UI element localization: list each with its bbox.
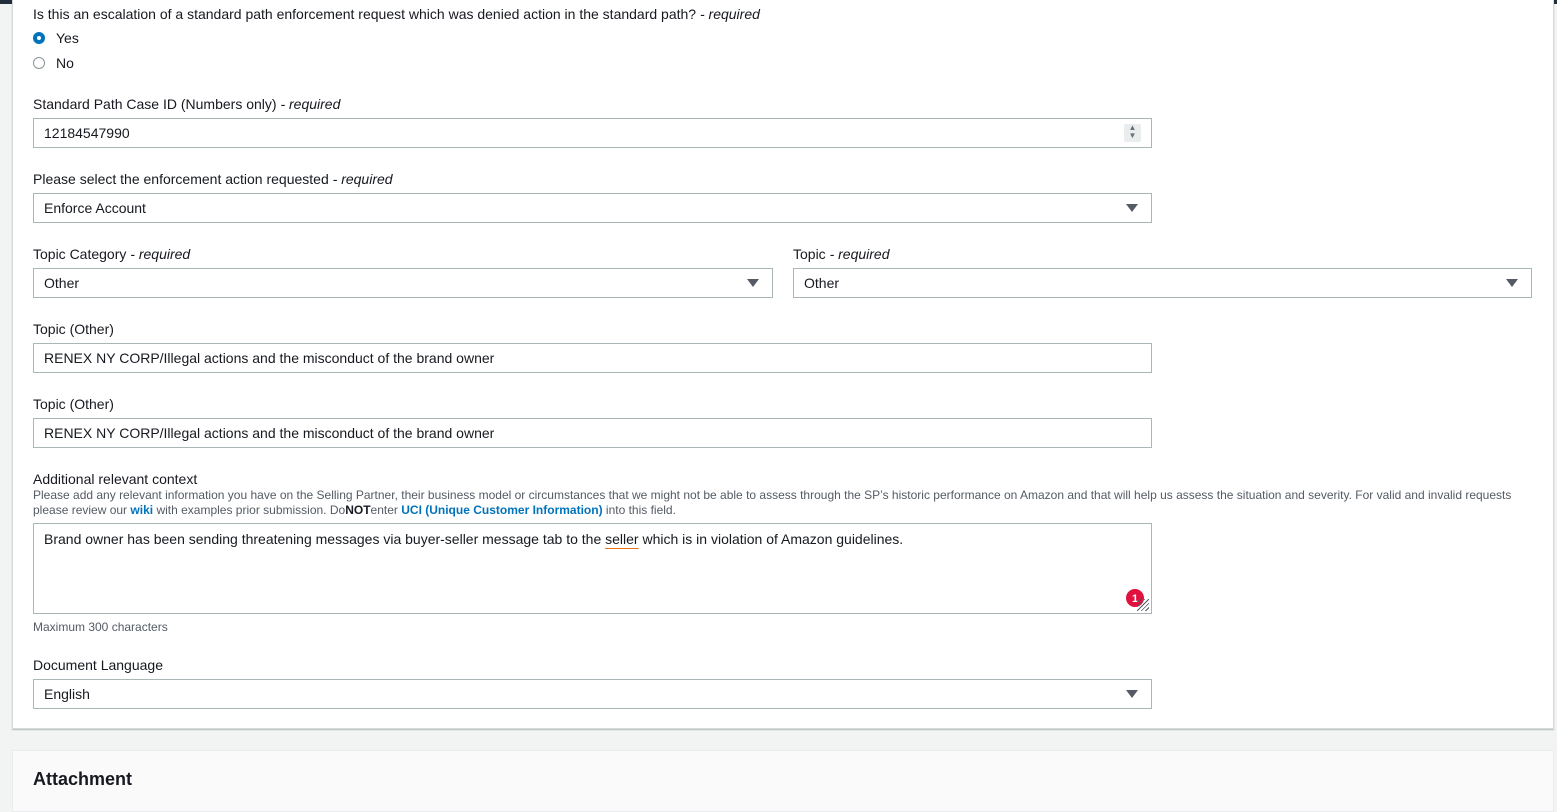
topic-other-label: Topic (Other) <box>33 321 114 337</box>
topic-category-select[interactable]: Other <box>33 268 773 298</box>
max-characters-note: Maximum 300 characters <box>33 620 168 634</box>
resize-handle-icon[interactable] <box>1137 599 1149 611</box>
hint-text: enter <box>370 503 398 517</box>
context-label: Additional relevant context <box>33 471 198 487</box>
topic-category-label-text: Topic Category <box>33 246 127 262</box>
context-textarea[interactable]: Brand owner has been sending threatening… <box>33 523 1152 614</box>
caret-down-icon <box>1126 204 1138 212</box>
caret-down-icon <box>1506 279 1518 287</box>
document-language-value: English <box>44 686 90 702</box>
caret-down-icon <box>1126 690 1138 698</box>
enforcement-action-value: Enforce Account <box>44 200 146 216</box>
required-marker: - required <box>699 6 760 22</box>
document-language-label: Document Language <box>33 657 163 673</box>
escalation-question-label: Is this an escalation of a standard path… <box>33 5 760 23</box>
context-hint: Please add any relevant information you … <box>33 488 1513 518</box>
required-marker: - required <box>829 246 890 262</box>
spellcheck-flagged-word[interactable]: seller <box>605 531 638 547</box>
radio-option-yes[interactable]: Yes <box>33 30 79 46</box>
enforcement-action-label: Please select the enforcement action req… <box>33 170 393 188</box>
radio-option-no[interactable]: No <box>33 55 74 71</box>
required-marker: - required <box>332 171 393 187</box>
case-id-value: 12184547990 <box>44 125 130 141</box>
hint-text: with examples prior submission. Do <box>156 503 346 517</box>
context-text: Brand owner has been sending threatening… <box>44 531 606 547</box>
topic-category-value: Other <box>44 275 80 291</box>
topic-label-text: Topic <box>793 246 826 262</box>
enforcement-action-label-text: Please select the enforcement action req… <box>33 171 329 187</box>
caret-down-icon <box>747 279 759 287</box>
topic-select[interactable]: Other <box>793 268 1532 298</box>
topic-other-value: RENEX NY CORP/Illegal actions and the mi… <box>44 350 495 366</box>
hint-not-emphasis: NOT <box>345 503 371 517</box>
enforcement-action-select[interactable]: Enforce Account <box>33 193 1152 223</box>
radio-yes-control[interactable] <box>33 32 45 44</box>
required-marker: - required <box>280 96 341 112</box>
topic-other-input[interactable]: RENEX NY CORP/Illegal actions and the mi… <box>33 343 1152 373</box>
topic-label: Topic - required <box>793 245 890 263</box>
attachment-panel <box>12 750 1554 812</box>
context-text: which is in violation of Amazon guidelin… <box>638 531 904 547</box>
topic-other-value-2: RENEX NY CORP/Illegal actions and the mi… <box>44 425 495 441</box>
required-marker: - required <box>130 246 191 262</box>
radio-yes-label: Yes <box>56 30 79 46</box>
document-language-select[interactable]: English <box>33 679 1152 709</box>
topic-other-input-2[interactable]: RENEX NY CORP/Illegal actions and the mi… <box>33 418 1152 448</box>
topic-other-label-2: Topic (Other) <box>33 396 114 412</box>
topic-value: Other <box>804 275 840 291</box>
case-id-label-text: Standard Path Case ID (Numbers only) <box>33 96 277 112</box>
radio-no-control[interactable] <box>33 57 45 69</box>
uci-link[interactable]: UCI (Unique Customer Information) <box>401 503 602 517</box>
case-id-input[interactable]: 12184547990 ▲ ▼ <box>33 118 1152 148</box>
attachment-title: Attachment <box>33 769 133 789</box>
escalation-question-text: Is this an escalation of a standard path… <box>33 6 697 22</box>
wiki-link[interactable]: wiki <box>130 503 153 517</box>
case-id-label: Standard Path Case ID (Numbers only) - r… <box>33 95 340 113</box>
radio-no-label: No <box>56 55 74 71</box>
hint-text: into this field. <box>605 503 676 517</box>
topic-category-label: Topic Category - required <box>33 245 190 263</box>
number-spinner-icon[interactable]: ▲ ▼ <box>1124 124 1141 142</box>
